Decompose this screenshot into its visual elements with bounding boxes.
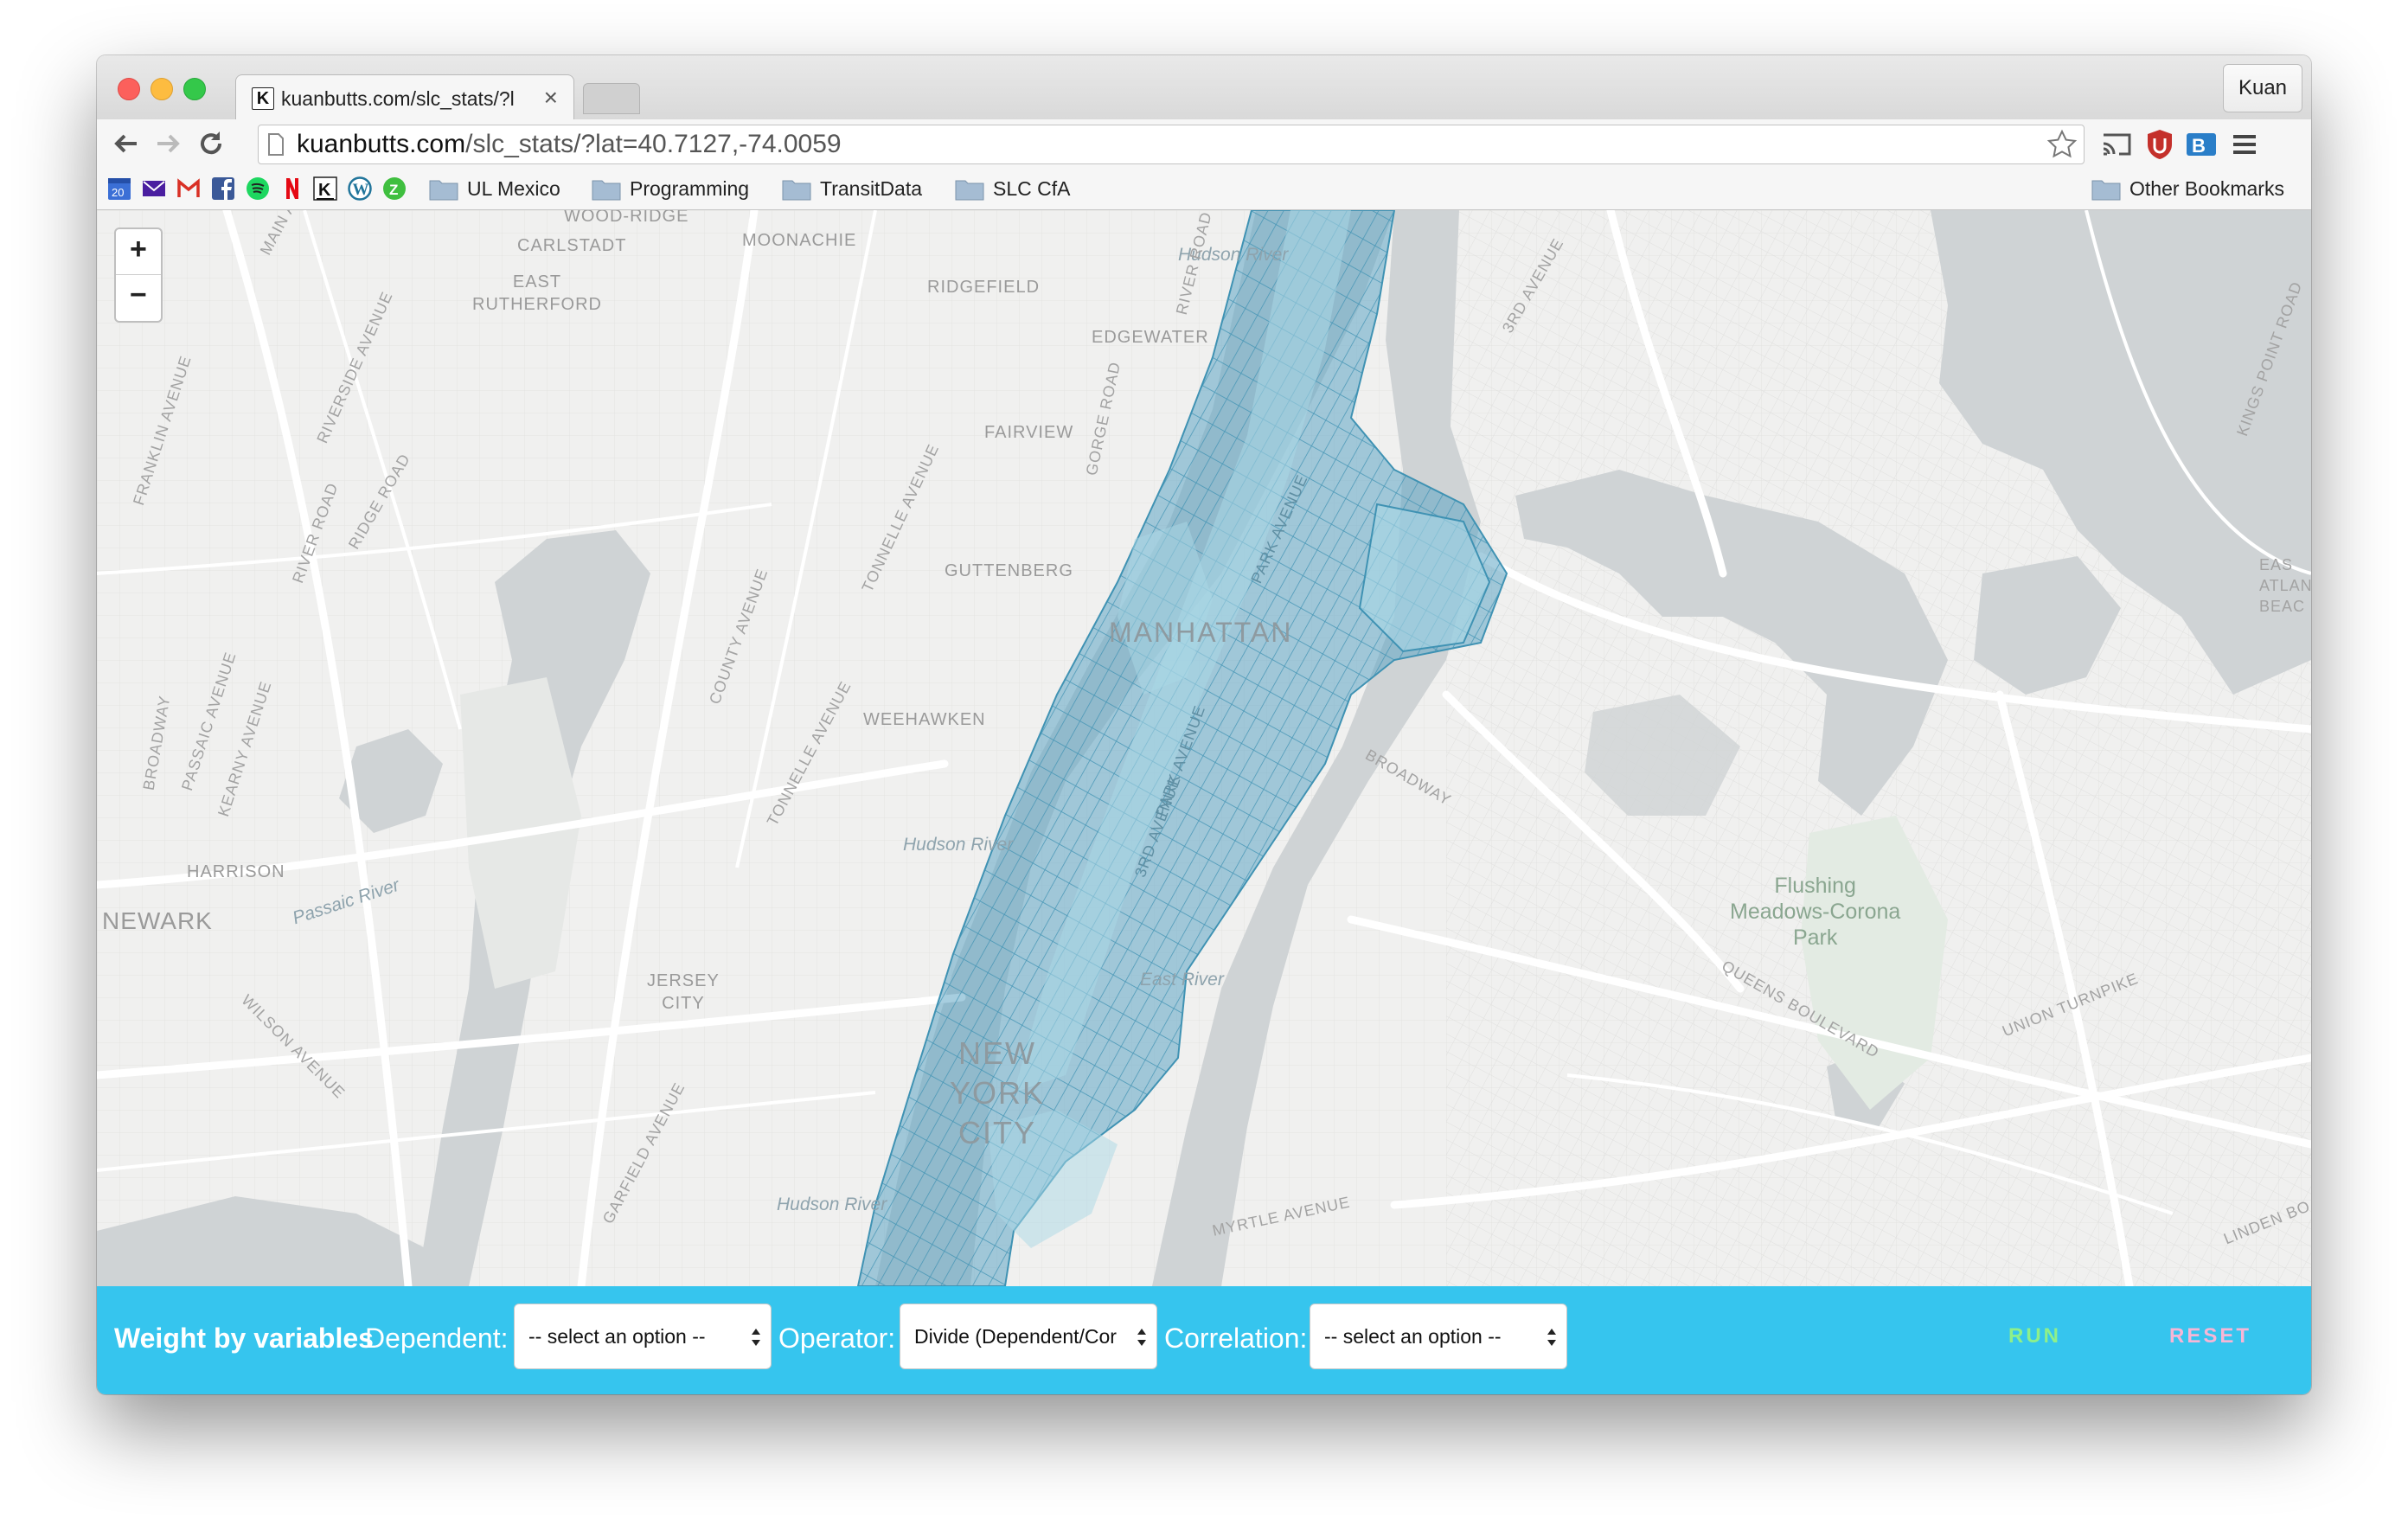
zoom-out-button[interactable]: − — [116, 275, 161, 320]
correlation-select[interactable]: -- select an option -- — [1310, 1304, 1567, 1369]
select-arrows-icon — [1547, 1329, 1556, 1346]
extension-b-icon[interactable]: B — [2185, 128, 2218, 161]
kuanbutts-icon[interactable]: K — [313, 176, 337, 201]
bookmark-label: SLC CfA — [993, 177, 1071, 200]
map-label: WEEHAWKEN — [863, 710, 986, 729]
map-label: Hudson River — [777, 1195, 887, 1214]
dependent-label: Dependent: — [365, 1323, 509, 1354]
url-text: kuanbutts.com/slc_stats/?lat=40.7127,-74… — [297, 130, 842, 158]
map-label: MOONACHIE — [742, 231, 857, 250]
map-label: MANHATTAN — [1109, 617, 1293, 648]
select-arrows-icon — [1137, 1329, 1146, 1346]
operator-select-value: Divide (Dependent/Cor — [914, 1325, 1117, 1348]
back-arrow-icon[interactable] — [109, 126, 144, 161]
browser-toolbar: kuanbutts.com/slc_stats/?lat=40.7127,-74… — [97, 119, 2311, 168]
folder-icon — [782, 180, 811, 201]
reload-icon[interactable] — [194, 126, 228, 161]
folder-icon — [955, 180, 984, 201]
active-tab[interactable]: K kuanbutts.com/slc_stats/?l × — [235, 74, 574, 120]
svg-text:W: W — [353, 181, 369, 199]
map-label: EAST RUTHERFORD — [472, 272, 602, 314]
tab-title: kuanbutts.com/slc_stats/?l — [281, 87, 515, 110]
map-label: WOOD-RIDGE — [564, 210, 689, 226]
page-icon — [268, 133, 284, 156]
map-label: JERSEY CITY — [647, 971, 720, 1013]
svg-text:B: B — [2192, 135, 2206, 157]
map-label: GUTTENBERG — [945, 561, 1073, 580]
tab-strip: K kuanbutts.com/slc_stats/?l × Kuan — [97, 55, 2311, 120]
bookmarks-bar: 20 K W Z UL Mexico Programming TransitDa… — [97, 168, 2311, 210]
maximize-window-button[interactable] — [183, 78, 206, 100]
gmail-icon[interactable] — [176, 176, 201, 201]
weight-controls-bar: Weight by variables Dependent: -- select… — [97, 1286, 2311, 1394]
ublock-shield-icon[interactable] — [2143, 128, 2176, 161]
calendar-icon[interactable]: 20 — [107, 176, 131, 201]
road-label: EAS ATLAN BEAC — [2259, 556, 2311, 615]
map-label: East River — [1140, 970, 1224, 990]
map-basemap — [97, 210, 2311, 1286]
browser-window: K kuanbutts.com/slc_stats/?l × Kuan kuan… — [97, 55, 2311, 1394]
map-label: HARRISON — [187, 862, 285, 881]
run-button[interactable]: RUN — [2008, 1324, 2061, 1348]
svg-text:K: K — [318, 181, 331, 200]
bookmark-label: Other Bookmarks — [2129, 177, 2284, 200]
zoom-control: + − — [114, 227, 163, 323]
map-label: NEW YORK CITY — [950, 1035, 1046, 1150]
svg-text:Z: Z — [389, 182, 398, 198]
map-label: CARLSTADT — [517, 236, 627, 255]
correlation-select-value: -- select an option -- — [1324, 1325, 1502, 1348]
bookmark-label: TransitData — [820, 177, 923, 200]
facebook-icon[interactable] — [211, 176, 235, 201]
dependent-select[interactable]: -- select an option -- — [514, 1304, 772, 1369]
correlation-label: Correlation: — [1164, 1323, 1308, 1354]
cast-icon[interactable] — [2100, 128, 2133, 161]
zoom-in-button[interactable]: + — [116, 229, 161, 275]
map-label: RIDGEFIELD — [927, 278, 1041, 297]
bookmark-label: Programming — [630, 177, 750, 200]
tab-close-icon[interactable]: × — [544, 84, 558, 112]
controls-title: Weight by variables — [114, 1323, 374, 1354]
profile-button[interactable]: Kuan — [2223, 64, 2302, 112]
map-view[interactable]: + − WOOD-RIDGE CARLSTADT MOONACHIE RIDGE… — [97, 210, 2311, 1286]
address-bar[interactable]: kuanbutts.com/slc_stats/?lat=40.7127,-74… — [258, 125, 2085, 164]
folder-icon — [429, 180, 458, 201]
netflix-icon[interactable] — [280, 176, 304, 201]
map-label: EDGEWATER — [1092, 328, 1209, 347]
wordpress-icon[interactable]: W — [348, 176, 372, 201]
tab-favicon: K — [252, 87, 274, 110]
map-label: Hudson River — [903, 835, 1014, 855]
yahoo-mail-icon[interactable] — [142, 176, 166, 201]
bookmark-star-icon[interactable] — [2046, 128, 2078, 161]
operator-label: Operator: — [778, 1323, 896, 1354]
minimize-window-button[interactable] — [150, 78, 173, 100]
menu-icon[interactable] — [2228, 128, 2261, 161]
operator-select[interactable]: Divide (Dependent/Cor — [900, 1304, 1157, 1369]
select-arrows-icon — [752, 1329, 760, 1346]
zillow-icon[interactable]: Z — [382, 176, 407, 201]
map-label: FAIRVIEW — [984, 423, 1074, 442]
map-label: Flushing Meadows-Corona Park — [1730, 874, 1901, 950]
map-label: NEWARK — [102, 907, 213, 934]
new-tab-button[interactable] — [583, 83, 640, 114]
dependent-select-value: -- select an option -- — [528, 1325, 706, 1348]
reset-button[interactable]: RESET — [2169, 1324, 2251, 1348]
spotify-icon[interactable] — [246, 176, 270, 201]
folder-icon — [2091, 180, 2121, 201]
svg-text:20: 20 — [112, 186, 124, 199]
folder-icon — [592, 180, 621, 201]
bookmark-label: UL Mexico — [467, 177, 560, 200]
forward-arrow-icon[interactable] — [150, 126, 185, 161]
close-window-button[interactable] — [118, 78, 140, 100]
